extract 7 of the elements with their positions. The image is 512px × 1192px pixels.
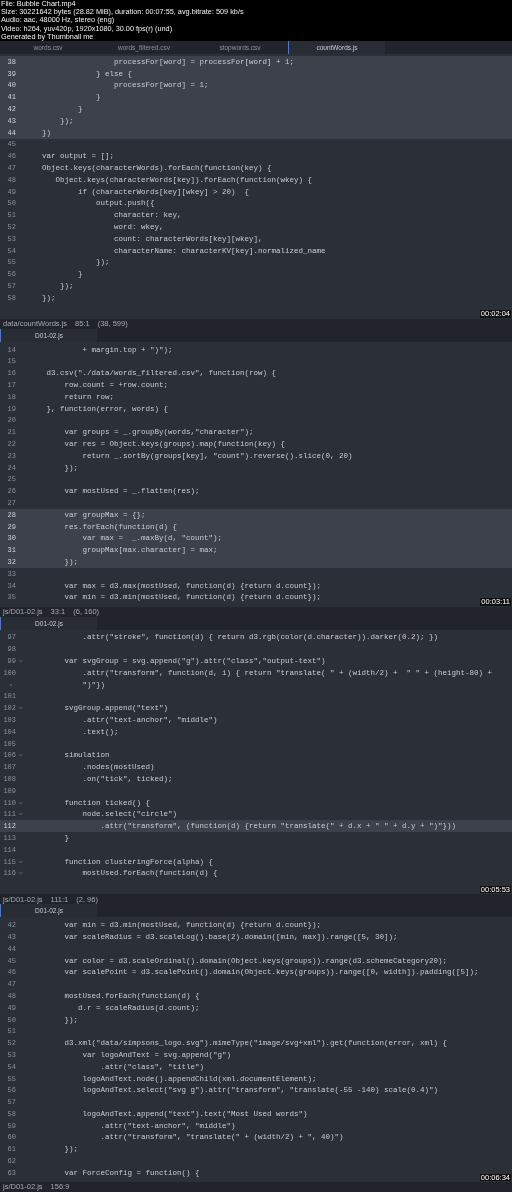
chevron-icon[interactable] [18,659,23,663]
chevron-icon[interactable] [18,706,23,711]
chevron-icon[interactable] [18,800,23,805]
chevron-icon[interactable] [18,753,23,758]
chevron-icon[interactable] [18,859,23,864]
chevron-icon[interactable] [18,871,23,876]
chevron-icon[interactable] [18,812,23,817]
